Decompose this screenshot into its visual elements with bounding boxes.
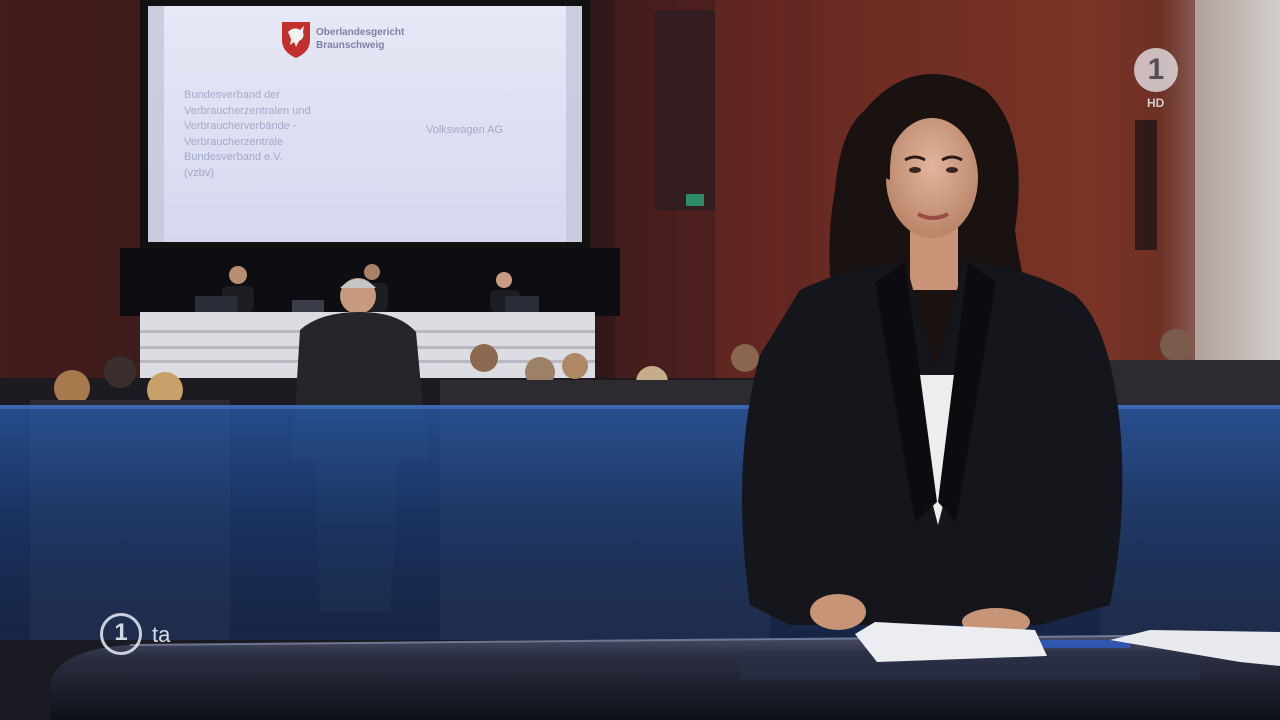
program-logo: 1 ta xyxy=(100,613,180,659)
exit-sign xyxy=(686,194,704,206)
news-broadcast-frame: Oberlandesgericht Braunschweig Bundesver… xyxy=(0,0,1280,720)
hd-label: HD xyxy=(1147,96,1165,110)
station-logo: 1 HD xyxy=(1134,48,1180,110)
program-logo-mark: 1 xyxy=(114,619,128,646)
defendant-text: Volkswagen AG xyxy=(426,124,504,136)
program-logo-text: ta xyxy=(152,622,171,647)
plaintiff-text: Bundesverband der Verbraucherzentralen u… xyxy=(184,89,311,179)
court-name-text: Oberlandesgericht Braunschweig xyxy=(316,27,405,51)
station-logo-mark: 1 xyxy=(1147,53,1165,86)
